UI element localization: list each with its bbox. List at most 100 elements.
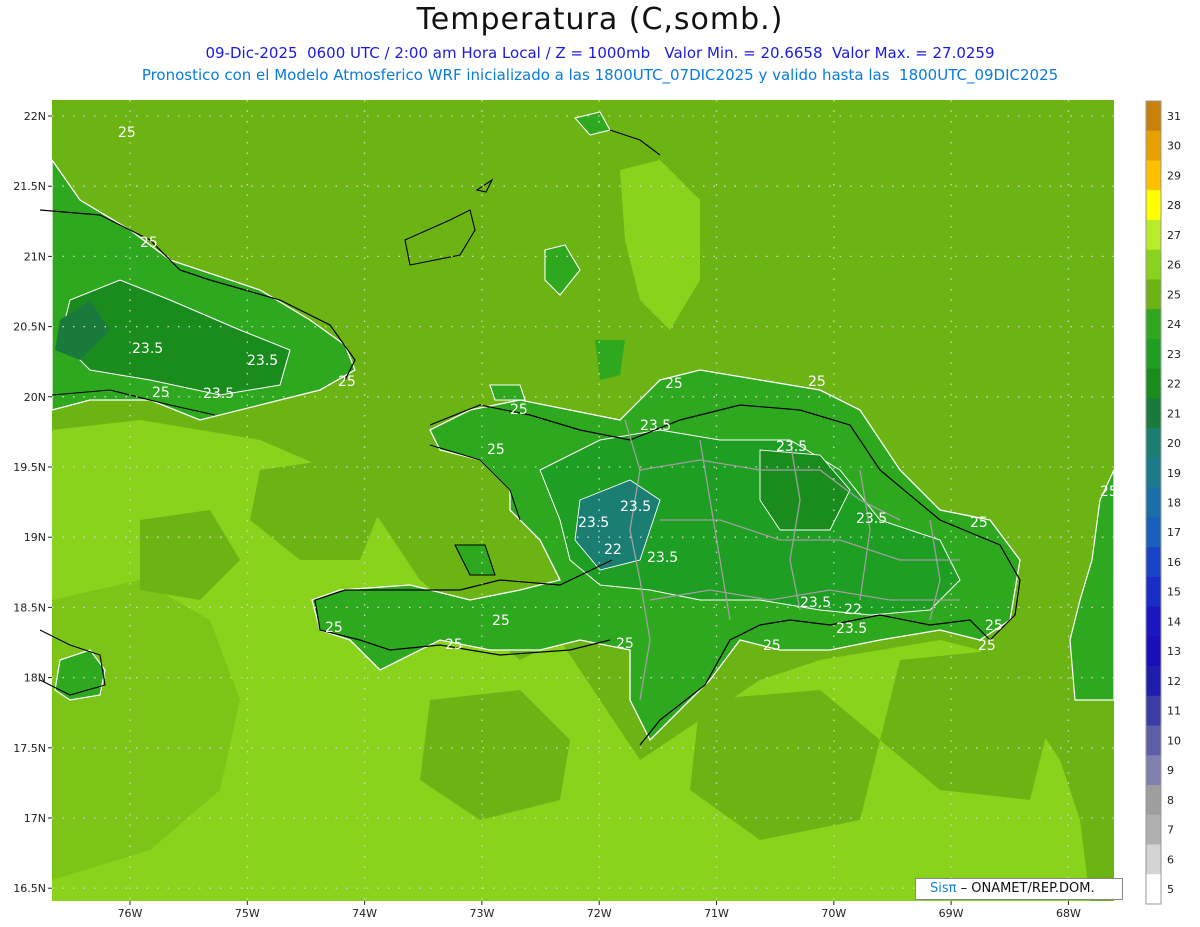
contour-label: 25	[970, 515, 988, 531]
colorbar-label: 21	[1167, 407, 1181, 420]
temperature-colorbar: 31 30 29 28 27 26 25 24 23 22 21 20 19 18 17 16 15 14 13 12…	[1145, 100, 1181, 905]
latitude-axis: 22N 21.5N 21N 20.5N 20N 19.5N 19N 18.5N 18N 17.5N…	[13, 110, 52, 895]
contour-label: 25	[763, 638, 781, 654]
colorbar-label: 27	[1167, 229, 1181, 242]
colorbar-swatch	[1146, 636, 1161, 667]
colorbar-swatch	[1146, 576, 1161, 607]
colorbar-label: 7	[1167, 824, 1174, 837]
colorbar-label: 28	[1167, 199, 1181, 212]
colorbar-label: 30	[1167, 140, 1181, 153]
colorbar-label: 10	[1167, 734, 1181, 747]
colorbar-label: 5	[1167, 883, 1174, 896]
colorbar-swatch	[1146, 101, 1161, 132]
lon-tick-label: 72W	[587, 907, 612, 920]
colorbar-label: 31	[1167, 110, 1181, 123]
contour-label: 25	[152, 385, 170, 401]
contour-label: 25	[978, 638, 996, 654]
colorbar-swatch	[1146, 547, 1161, 578]
lat-tick-label: 17.5N	[13, 742, 46, 755]
colorbar-swatch	[1146, 279, 1161, 310]
colorbar-swatch	[1146, 695, 1161, 726]
lon-tick-label: 74W	[352, 907, 377, 920]
contour-label: 23.5	[578, 515, 609, 531]
colorbar-label: 6	[1167, 853, 1174, 866]
colorbar-label: 11	[1167, 705, 1181, 718]
colorbar-swatch	[1146, 368, 1161, 399]
colorbar-label: 14	[1167, 615, 1181, 628]
colorbar-swatch	[1146, 785, 1161, 816]
colorbar-swatch	[1146, 814, 1161, 845]
contour-label: 25	[445, 637, 463, 653]
colorbar-label: 29	[1167, 169, 1181, 182]
colorbar-swatch	[1146, 874, 1161, 905]
contour-label: 23.5	[620, 499, 651, 515]
lon-tick-label: 73W	[469, 907, 494, 920]
contour-label: 25	[510, 402, 528, 418]
contour-label: 22	[844, 602, 862, 618]
colorbar-swatch	[1146, 755, 1161, 786]
colorbar-swatch	[1146, 398, 1161, 429]
colorbar-swatch	[1146, 309, 1161, 340]
colorbar-swatch	[1146, 130, 1161, 161]
colorbar-label: 19	[1167, 467, 1181, 480]
contour-label: 25	[140, 235, 158, 251]
colorbar-label: 20	[1167, 437, 1181, 450]
lon-tick-label: 70W	[821, 907, 846, 920]
contour-label: 25	[808, 374, 826, 390]
lat-tick-label: 19N	[24, 531, 46, 544]
contour-label: 23.5	[203, 386, 234, 402]
contour-label: 25	[325, 620, 343, 636]
longitude-axis: 76W 75W 74W 73W 72W 71W 70W 69W 68W	[118, 901, 1081, 920]
colorbar-label: 9	[1167, 764, 1174, 777]
colorbar-swatch	[1146, 666, 1161, 697]
contour-label: 22	[604, 542, 622, 558]
colorbar-swatch	[1146, 249, 1161, 280]
colorbar-label: 12	[1167, 675, 1181, 688]
lat-tick-label: 16.5N	[13, 882, 46, 895]
contour-label: 25	[1100, 484, 1118, 500]
lon-tick-label: 68W	[1056, 907, 1081, 920]
contour-label: 25	[665, 376, 683, 392]
colorbar-label: 24	[1167, 318, 1181, 331]
colorbar-swatch	[1146, 457, 1161, 489]
colorbar-swatch	[1146, 338, 1161, 370]
colorbar-label: 16	[1167, 556, 1181, 569]
contour-label: 23.5	[640, 418, 671, 434]
colorbar-swatch	[1146, 428, 1161, 459]
credit-text: – ONAMET/REP.DOM.	[960, 881, 1095, 896]
colorbar-swatch	[1146, 160, 1161, 191]
temperature-map: 25 25 23.5 23.5 25 25 23.5 25 25 25 23.5…	[13, 100, 1181, 920]
lon-tick-label: 75W	[235, 907, 260, 920]
colorbar-swatch	[1146, 517, 1161, 548]
contour-label: 23.5	[856, 511, 887, 527]
contour-label: 25	[492, 613, 510, 629]
contour-label: 23.5	[836, 621, 867, 637]
contour-label: 23.5	[776, 439, 807, 455]
lat-tick-label: 20N	[24, 391, 46, 404]
colorbar-swatch	[1146, 606, 1161, 637]
contour-label: 25	[118, 125, 136, 141]
colorbar-label: 8	[1167, 794, 1174, 807]
colorbar-label: 25	[1167, 288, 1181, 301]
lat-tick-label: 18N	[24, 672, 46, 685]
credit-brand: Sisπ	[930, 881, 957, 896]
colorbar-label: 15	[1167, 586, 1181, 599]
contour-label: 23.5	[132, 341, 163, 357]
colorbar-label: 17	[1167, 526, 1181, 539]
lat-tick-label: 20.5N	[13, 321, 46, 334]
lon-tick-label: 69W	[939, 907, 964, 920]
contour-label: 25	[985, 618, 1003, 634]
colorbar-label: 23	[1167, 348, 1181, 361]
colorbar-swatch	[1146, 487, 1161, 518]
contour-label: 25	[616, 636, 634, 652]
lat-tick-label: 19.5N	[13, 461, 46, 474]
colorbar-label: 22	[1167, 378, 1181, 391]
lat-tick-label: 21N	[24, 250, 46, 263]
colorbar-swatch	[1146, 219, 1161, 251]
contour-label: 23.5	[800, 595, 831, 611]
credit-box: Sisπ – ONAMET/REP.DOM.	[915, 878, 1123, 900]
colorbar-swatch	[1146, 190, 1161, 221]
contour-label: 23.5	[247, 353, 278, 369]
lat-tick-label: 18.5N	[13, 601, 46, 614]
lon-tick-label: 71W	[704, 907, 729, 920]
